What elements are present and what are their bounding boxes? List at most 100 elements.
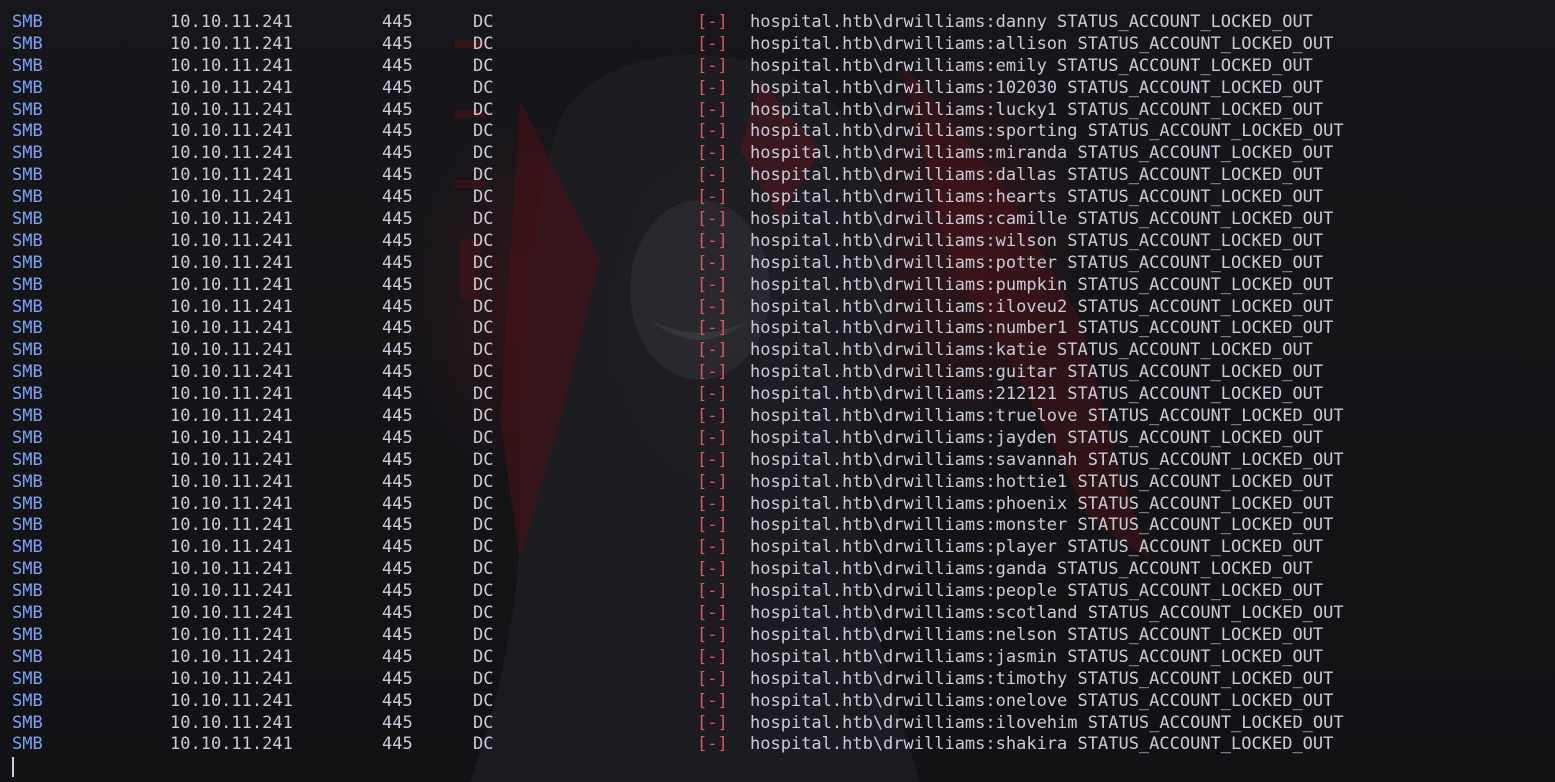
target-host: DC (473, 712, 494, 733)
protocol-label: SMB (12, 99, 43, 120)
target-ip: 10.10.11.241 (170, 165, 293, 186)
target-port: 445 (382, 493, 413, 514)
target-port: 445 (382, 362, 413, 383)
auth-attempt-message: hospital.htb\drwilliams:danny STATUS_ACC… (750, 12, 1313, 32)
target-ip: 10.10.11.241 (170, 143, 293, 164)
target-port: 445 (382, 274, 413, 295)
protocol-label: SMB (12, 427, 43, 448)
target-ip: 10.10.11.241 (170, 296, 293, 317)
status-indicator: [-] (697, 537, 728, 558)
target-ip: 10.10.11.241 (170, 559, 293, 580)
status-indicator: [-] (697, 427, 728, 448)
protocol-label: SMB (12, 581, 43, 602)
protocol-label: SMB (12, 252, 43, 273)
target-host: DC (473, 209, 494, 230)
status-indicator: [-] (697, 559, 728, 580)
output-line: SMB 10.10.11.241 445 DC [-] hospital.htb\drwi… (0, 165, 1555, 187)
protocol-label: SMB (12, 318, 43, 339)
auth-attempt-message: hospital.htb\drwilliams:emily STATUS_ACC… (750, 55, 1313, 76)
text-cursor (12, 757, 14, 777)
output-line: SMB 10.10.11.241 445 DC [-] hospital.htb\drwi… (0, 143, 1555, 165)
target-ip: 10.10.11.241 (170, 55, 293, 76)
target-ip: 10.10.11.241 (170, 712, 293, 733)
output-line: SMB 10.10.11.241 445 DC [-] hospital.htb\drwi… (0, 78, 1555, 100)
protocol-label: SMB (12, 384, 43, 405)
output-line: SMB 10.10.11.241 445 DC [-] hospital.htb\drwi… (0, 362, 1555, 384)
target-host: DC (473, 55, 494, 76)
output-line: SMB 10.10.11.241 445 DC [-] hospital.htb\drwi… (0, 297, 1555, 319)
target-ip: 10.10.11.241 (170, 209, 293, 230)
output-line: SMB 10.10.11.241 445 DC [-] hospital.htb\drwi… (0, 121, 1555, 143)
target-host: DC (473, 734, 494, 755)
target-host: DC (473, 471, 494, 492)
auth-attempt-message: hospital.htb\drwilliams:jasmin STATUS_AC… (750, 646, 1324, 667)
target-port: 445 (382, 296, 413, 317)
status-indicator: [-] (697, 12, 728, 32)
target-ip: 10.10.11.241 (170, 318, 293, 339)
target-port: 445 (382, 406, 413, 427)
target-ip: 10.10.11.241 (170, 449, 293, 470)
protocol-label: SMB (12, 668, 43, 689)
output-line: SMB 10.10.11.241 445 DC [-] hospital.htb\drwi… (0, 581, 1555, 603)
target-ip: 10.10.11.241 (170, 581, 293, 602)
auth-attempt-message: hospital.htb\drwilliams:wilson STATUS_AC… (750, 230, 1324, 251)
auth-attempt-message: hospital.htb\drwilliams:dallas STATUS_AC… (750, 165, 1324, 186)
auth-attempt-message: hospital.htb\drwilliams:savannah STATUS_… (750, 449, 1344, 470)
target-port: 445 (382, 646, 413, 667)
output-lines: SMB 10.10.11.241 445 DC [-] hospital.htb\drwi… (0, 12, 1555, 756)
output-line: SMB 10.10.11.241 445 DC [-] hospital.htb\drwi… (0, 231, 1555, 253)
protocol-label: SMB (12, 624, 43, 645)
status-indicator: [-] (697, 274, 728, 295)
target-host: DC (473, 143, 494, 164)
target-host: DC (473, 362, 494, 383)
target-port: 445 (382, 449, 413, 470)
output-line: SMB 10.10.11.241 445 DC [-] hospital.htb\drwi… (0, 450, 1555, 472)
auth-attempt-message: hospital.htb\drwilliams:hottie1 STATUS_A… (750, 471, 1334, 492)
status-indicator: [-] (697, 515, 728, 536)
auth-attempt-message: hospital.htb\drwilliams:sporting STATUS_… (750, 121, 1344, 142)
output-line: SMB 10.10.11.241 445 DC [-] hospital.htb\drwi… (0, 384, 1555, 406)
target-ip: 10.10.11.241 (170, 384, 293, 405)
output-line: SMB 10.10.11.241 445 DC [-] hospital.htb\drwi… (0, 100, 1555, 122)
protocol-label: SMB (12, 121, 43, 142)
target-port: 445 (382, 12, 413, 32)
status-indicator: [-] (697, 581, 728, 602)
output-line: SMB 10.10.11.241 445 DC [-] hospital.htb\drwi… (0, 253, 1555, 275)
target-host: DC (473, 384, 494, 405)
output-line: SMB 10.10.11.241 445 DC [-] hospital.htb\drwi… (0, 734, 1555, 756)
auth-attempt-message: hospital.htb\drwilliams:lucky1 STATUS_AC… (750, 99, 1324, 120)
target-port: 445 (382, 33, 413, 54)
status-indicator: [-] (697, 668, 728, 689)
auth-attempt-message: hospital.htb\drwilliams:ganda STATUS_ACC… (750, 559, 1313, 580)
target-port: 445 (382, 99, 413, 120)
protocol-label: SMB (12, 143, 43, 164)
protocol-label: SMB (12, 274, 43, 295)
output-line: SMB 10.10.11.241 445 DC [-] hospital.htb\drwi… (0, 494, 1555, 516)
protocol-label: SMB (12, 515, 43, 536)
auth-attempt-message: hospital.htb\drwilliams:timothy STATUS_A… (750, 668, 1334, 689)
target-host: DC (473, 624, 494, 645)
status-indicator: [-] (697, 33, 728, 54)
auth-attempt-message: hospital.htb\drwilliams:truelove STATUS_… (750, 406, 1344, 427)
auth-attempt-message: hospital.htb\drwilliams:potter STATUS_AC… (750, 252, 1324, 273)
target-ip: 10.10.11.241 (170, 12, 293, 32)
status-indicator: [-] (697, 230, 728, 251)
output-line: SMB 10.10.11.241 445 DC [-] hospital.htb\drwi… (0, 34, 1555, 56)
terminal-window[interactable]: SMB 10.10.11.241 445 DC [-] hospital.htb\drwi… (0, 0, 1555, 782)
status-indicator: [-] (697, 209, 728, 230)
auth-attempt-message: hospital.htb\drwilliams:allison STATUS_A… (750, 33, 1334, 54)
target-port: 445 (382, 537, 413, 558)
status-indicator: [-] (697, 493, 728, 514)
target-host: DC (473, 449, 494, 470)
target-port: 445 (382, 252, 413, 273)
output-line: SMB 10.10.11.241 445 DC [-] hospital.htb\drwi… (0, 406, 1555, 428)
target-host: DC (473, 668, 494, 689)
protocol-label: SMB (12, 33, 43, 54)
protocol-label: SMB (12, 603, 43, 624)
auth-attempt-message: hospital.htb\drwilliams:ilovehim STATUS_… (750, 712, 1344, 733)
auth-attempt-message: hospital.htb\drwilliams:212121 STATUS_AC… (750, 384, 1324, 405)
target-host: DC (473, 537, 494, 558)
target-host: DC (473, 99, 494, 120)
auth-attempt-message: hospital.htb\drwilliams:hearts STATUS_AC… (750, 187, 1324, 208)
protocol-label: SMB (12, 646, 43, 667)
